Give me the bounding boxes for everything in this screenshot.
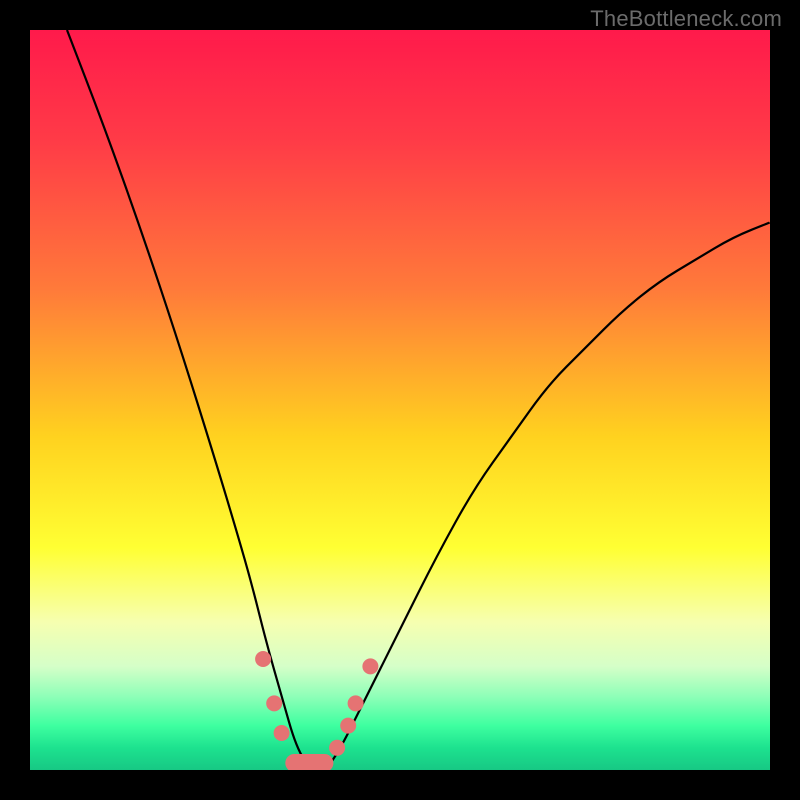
bottleneck-chart [30, 30, 770, 770]
marker-dot [266, 695, 282, 711]
marker-dot [340, 718, 356, 734]
marker-dot [348, 695, 364, 711]
plot-area [30, 30, 770, 770]
chart-frame: TheBottleneck.com [0, 0, 800, 800]
marker-dot [255, 651, 271, 667]
gradient-background [30, 30, 770, 770]
marker-dot [329, 740, 345, 756]
marker-pill [285, 754, 333, 770]
marker-dot [274, 725, 290, 741]
watermark-text: TheBottleneck.com [590, 6, 782, 32]
marker-dot [362, 658, 378, 674]
